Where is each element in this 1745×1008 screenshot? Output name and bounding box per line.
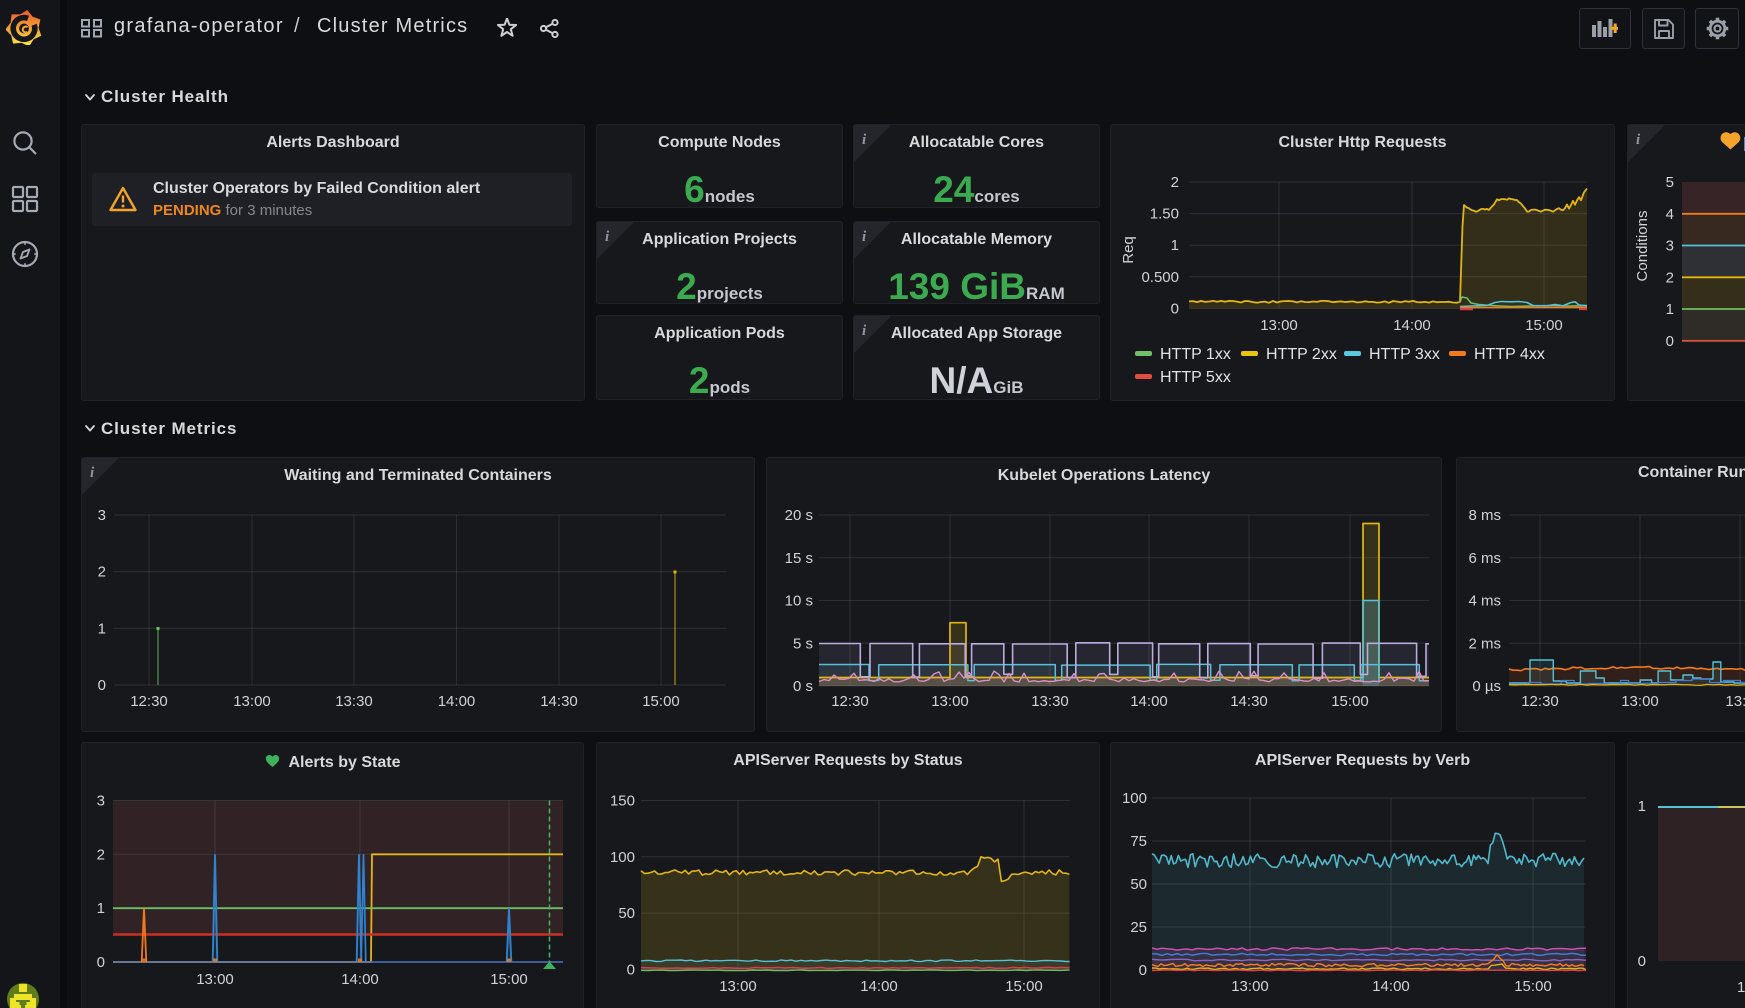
svg-text:1.50: 1.50 — [1150, 206, 1179, 223]
svg-text:HTTP 3xx: HTTP 3xx — [1369, 346, 1440, 363]
svg-text:1: 1 — [1638, 798, 1646, 815]
svg-text:13:00: 13:00 — [1621, 693, 1659, 710]
svg-text:0: 0 — [1666, 333, 1674, 350]
svg-text:0 s: 0 s — [793, 678, 813, 695]
svg-text:0.500: 0.500 — [1141, 269, 1179, 286]
svg-text:5: 5 — [1666, 174, 1674, 191]
svg-text:15 s: 15 s — [785, 550, 813, 567]
svg-text:50: 50 — [618, 905, 635, 922]
svg-text:14:00: 14:00 — [1393, 317, 1431, 334]
svg-text:14:00: 14:00 — [1130, 693, 1168, 710]
svg-text:2 ms: 2 ms — [1468, 635, 1501, 652]
svg-text:13:30: 13:30 — [1031, 693, 1069, 710]
svg-text:15:: 15: — [1737, 979, 1745, 996]
svg-text:13:00: 13:00 — [196, 971, 234, 988]
svg-text:13:30: 13:30 — [335, 693, 373, 710]
svg-text:HTTP 4xx: HTTP 4xx — [1474, 346, 1545, 363]
svg-text:1: 1 — [1171, 237, 1179, 254]
svg-text:150: 150 — [610, 793, 635, 810]
svg-text:15:00: 15:00 — [642, 693, 680, 710]
svg-text:1: 1 — [98, 620, 106, 637]
svg-text:2: 2 — [97, 846, 105, 863]
svg-text:Conditions: Conditions — [1634, 211, 1651, 282]
svg-text:8 ms: 8 ms — [1468, 507, 1501, 524]
svg-text:13:00: 13:00 — [931, 693, 969, 710]
svg-text:13:3: 13:3 — [1725, 693, 1745, 710]
svg-text:1: 1 — [97, 900, 105, 917]
svg-text:3: 3 — [97, 793, 105, 810]
svg-text:6 ms: 6 ms — [1468, 550, 1501, 567]
svg-text:50: 50 — [1130, 876, 1147, 893]
svg-text:2: 2 — [1666, 269, 1674, 286]
svg-text:14:30: 14:30 — [540, 693, 578, 710]
svg-text:15:00: 15:00 — [1525, 317, 1563, 334]
svg-text:HTTP 2xx: HTTP 2xx — [1266, 346, 1337, 363]
svg-text:13:00: 13:00 — [1260, 317, 1298, 334]
svg-text:3: 3 — [98, 507, 106, 524]
svg-text:14:00: 14:00 — [1372, 978, 1410, 995]
svg-text:15:00: 15:00 — [490, 971, 528, 988]
svg-text:4: 4 — [1666, 206, 1674, 223]
svg-text:4 ms: 4 ms — [1468, 593, 1501, 610]
svg-text:2: 2 — [1171, 174, 1179, 191]
svg-text:HTTP 1xx: HTTP 1xx — [1160, 346, 1231, 363]
svg-text:100: 100 — [610, 849, 635, 866]
svg-text:12:30: 12:30 — [130, 693, 168, 710]
svg-text:14:30: 14:30 — [1230, 693, 1268, 710]
svg-text:2: 2 — [98, 564, 106, 581]
svg-text:0: 0 — [98, 677, 106, 694]
svg-text:HTTP 5xx: HTTP 5xx — [1160, 369, 1231, 386]
svg-text:25: 25 — [1130, 919, 1147, 936]
svg-text:15:00: 15:00 — [1005, 978, 1043, 995]
svg-text:14:00: 14:00 — [341, 971, 379, 988]
svg-text:0: 0 — [1638, 953, 1646, 970]
svg-text:15:00: 15:00 — [1331, 693, 1369, 710]
svg-text:0: 0 — [1139, 962, 1147, 979]
svg-text:0: 0 — [1171, 300, 1179, 317]
svg-text:0: 0 — [97, 954, 105, 971]
svg-text:3: 3 — [1666, 238, 1674, 255]
svg-text:20 s: 20 s — [785, 507, 813, 524]
svg-text:1: 1 — [1666, 301, 1674, 318]
svg-text:15:00: 15:00 — [1514, 978, 1552, 995]
svg-text:14:00: 14:00 — [860, 978, 898, 995]
svg-text:0 µs: 0 µs — [1472, 678, 1501, 695]
svg-text:12:30: 12:30 — [831, 693, 869, 710]
svg-text:Req: Req — [1120, 236, 1137, 264]
svg-text:5 s: 5 s — [793, 635, 813, 652]
svg-text:14:00: 14:00 — [438, 693, 476, 710]
svg-text:100: 100 — [1122, 790, 1147, 807]
svg-text:13:00: 13:00 — [233, 693, 271, 710]
svg-text:0: 0 — [627, 961, 635, 978]
svg-text:75: 75 — [1130, 833, 1147, 850]
svg-text:13:00: 13:00 — [719, 978, 757, 995]
svg-text:13:00: 13:00 — [1231, 978, 1269, 995]
svg-text:12:30: 12:30 — [1521, 693, 1559, 710]
svg-text:10 s: 10 s — [785, 593, 813, 610]
